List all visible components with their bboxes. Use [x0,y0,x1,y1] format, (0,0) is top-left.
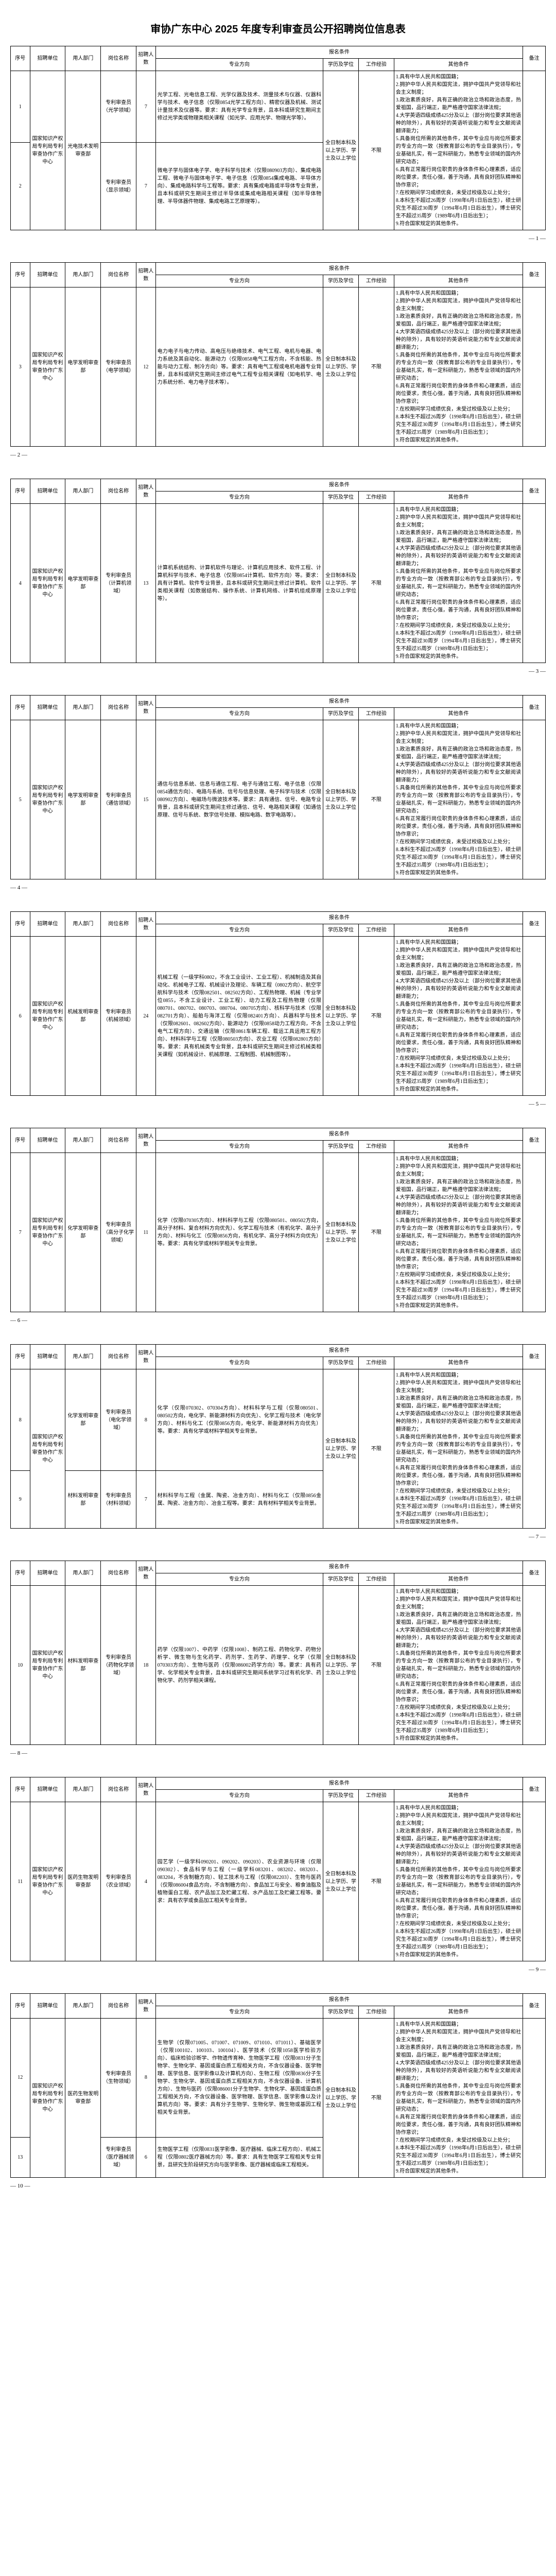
recruitment-table-p6: 序号招聘单位用人部门岗位名称招聘人数报名条件备注 专业方向学历及学位工作经验其他… [10,1128,546,1312]
recruitment-table-p10: 序号招聘单位用人部门岗位名称招聘人数报名条件备注 专业方向学历及学位工作经验其他… [10,1993,546,2178]
cell-post: 专利审查员（光学领域） [101,71,136,143]
table-row: 5国家知识产权局专利局专利审查协作广东中心电学发明审查部 专利审查员（通信领域）… [11,720,546,879]
page-2: 序号 招聘单位 用人部门 岗位名称 招聘人数 报名条件 备注 专业方向 学历及学… [10,262,546,458]
th-edu: 学历及学位 [323,59,359,71]
table-row: 6国家知识产权局专利局专利审查协作广东中心机械发明审查部 专利审查员（机械领域）… [11,937,546,1096]
cell-num: 7 [136,143,156,230]
recruitment-table-p4: 序号招聘单位用人部门岗位名称招聘人数报名条件备注 专业方向学历及学位工作经验其他… [10,695,546,879]
th-dept: 用人部门 [65,46,101,71]
page-number: — 5 — [10,1101,546,1107]
cell-other: 1.具有中华人民共和国国籍； 2.拥护中华人民共和国宪法，拥护中国共产党领导和社… [394,71,523,230]
page-number: — 9 — [10,1967,546,1973]
page-number: — 2 — [10,452,546,458]
page-1: 审协广东中心 2025 年度专利审查员公开招聘岗位信息表 序号 招聘单位 用人部… [10,21,546,242]
th-unit: 招聘单位 [30,46,65,71]
cell-seq: 2 [11,143,30,230]
page-7: 序号招聘单位用人部门岗位名称招聘人数报名条件备注 专业方向学历及学位工作经验其他… [10,1344,546,1540]
cell-dept: 光电技术发明审查部 [65,71,101,230]
page-number: — 6 — [10,1317,546,1324]
page-4: 序号招聘单位用人部门岗位名称招聘人数报名条件备注 专业方向学历及学位工作经验其他… [10,695,546,891]
page-number: — 4 — [10,885,546,891]
table-row: 12国家知识产权局专利局专利审查协作广东中心 医药生物发明审查部 专利审查员（生… [11,2019,546,2138]
page-number: — 10 — [10,2183,546,2189]
page-6: 序号招聘单位用人部门岗位名称招聘人数报名条件备注 专业方向学历及学位工作经验其他… [10,1128,546,1324]
cell-post: 专利审查员（显示领域） [101,143,136,230]
page-number: — 3 — [10,668,546,674]
page-number: — 7 — [10,1534,546,1540]
recruitment-table-p1: 序号 招聘单位 用人部门 岗位名称 招聘人数 报名条件 备注 专业方向 学历及学… [10,46,546,230]
cell-edu: 全日制本科及以上学历、学士及以上学位 [323,71,359,230]
cell-exp: 不限 [358,71,394,230]
page-5: 序号招聘单位用人部门岗位名称招聘人数报名条件备注 专业方向学历及学位工作经验其他… [10,911,546,1107]
th-post: 岗位名称 [101,46,136,71]
table-row: 10国家知识产权局专利局专利审查协作广东中心材料发明审查部 专利审查员（药物化学… [11,1586,546,1745]
recruitment-table-p7: 序号招聘单位用人部门岗位名称招聘人数报名条件备注 专业方向学历及学位工作经验其他… [10,1344,546,1529]
th-remark: 备注 [523,46,546,71]
cell-remark [523,71,546,230]
recruitment-table-p2: 序号 招聘单位 用人部门 岗位名称 招聘人数 报名条件 备注 专业方向 学历及学… [10,262,546,447]
cell-unit: 国家知识产权局专利局专利审查协作广东中心 [30,71,65,230]
table-row: 8国家知识产权局专利局专利审查协作广东中心 化学发明审查部 专利审查员（电化学领… [11,1369,546,1471]
page-9: 序号招聘单位用人部门岗位名称招聘人数报名条件备注 专业方向学历及学位工作经验其他… [10,1777,546,1973]
page-3: 序号招聘单位用人部门岗位名称招聘人数报名条件备注 专业方向学历及学位工作经验其他… [10,479,546,674]
th-cond: 报名条件 [155,46,523,59]
table-row: 11国家知识产权局专利局专利审查协作广东中心医药生物发明审查部 专利审查员（农业… [11,1802,546,1961]
cell-num: 7 [136,71,156,143]
table-row: 1 国家知识产权局专利局专利审查协作广东中心 光电技术发明审查部 专利审查员（光… [11,71,546,143]
recruitment-table-p8: 序号招聘单位用人部门岗位名称招聘人数报名条件备注 专业方向学历及学位工作经验其他… [10,1561,546,1745]
page-8: 序号招聘单位用人部门岗位名称招聘人数报名条件备注 专业方向学历及学位工作经验其他… [10,1561,546,1756]
cell-major: 光学工程、光电信息工程、光学仪器及技术、测量技术与仪器、仪器科学与技术、电子信息… [155,71,323,143]
recruitment-table-p3: 序号招聘单位用人部门岗位名称招聘人数报名条件备注 专业方向学历及学位工作经验其他… [10,479,546,663]
page-10: 序号招聘单位用人部门岗位名称招聘人数报名条件备注 专业方向学历及学位工作经验其他… [10,1993,546,2189]
recruitment-table-p9: 序号招聘单位用人部门岗位名称招聘人数报名条件备注 专业方向学历及学位工作经验其他… [10,1777,546,1961]
cell-seq: 1 [11,71,30,143]
table-row: 7国家知识产权局专利局专利审查协作广东中心化学发明审查部 专利审查员（高分子化学… [11,1153,546,1312]
cell-major: 微电子学与固体电子学、电子科学与技术（仅限080903方向）、集成电路工程、微电… [155,143,323,230]
recruitment-table-p5: 序号招聘单位用人部门岗位名称招聘人数报名条件备注 专业方向学历及学位工作经验其他… [10,911,546,1096]
table-header: 序号 招聘单位 用人部门 岗位名称 招聘人数 报名条件 备注 专业方向 学历及学… [11,46,546,71]
th-exp: 工作经验 [358,59,394,71]
table-row: 4国家知识产权局专利局专利审查协作广东中心电学发明审查部 专利审查员（计算机领域… [11,504,546,663]
th-other: 其他条件 [394,59,523,71]
th-num: 招聘人数 [136,46,156,71]
page-number: — 1 — [10,235,546,242]
page-number: — 8 — [10,1750,546,1756]
th-seq: 序号 [11,46,30,71]
th-major: 专业方向 [155,59,323,71]
table-row: 3 国家知识产权局专利局专利审查协作广东中心 电学发明审查部 专利审查员（电学领… [11,287,546,447]
document-title: 审协广东中心 2025 年度专利审查员公开招聘岗位信息表 [10,21,546,36]
